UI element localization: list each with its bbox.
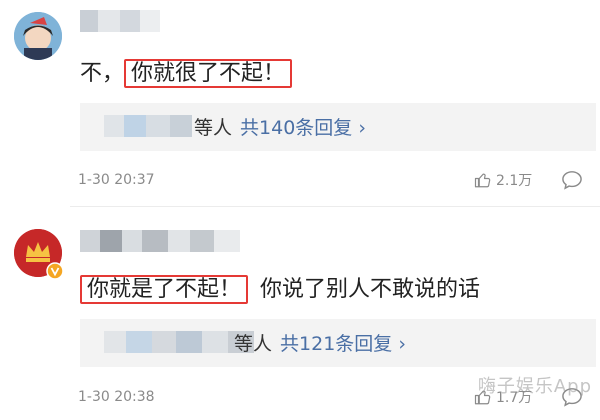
comment-prefix: 不，: [80, 61, 125, 86]
comment-1: 不， 你就很了不起！ 等人 共140条回复 › 1-30 20:37 2.1万: [0, 0, 600, 206]
comment-text: 你就是了不起！ 你说了别人不敢说的话: [80, 274, 480, 306]
comment-rest: 你说了别人不敢说的话: [260, 277, 481, 302]
reply-summary[interactable]: 等人 共121条回复 ›: [234, 329, 406, 356]
highlighted-phrase: 你就很了不起！: [124, 59, 293, 88]
highlighted-phrase: 你就是了不起！: [80, 275, 249, 304]
reply-others-label: 等人: [194, 117, 233, 139]
username-blurred[interactable]: [80, 10, 160, 32]
comment-text: 不， 你就很了不起！: [80, 58, 293, 90]
comment-bubble-icon: [562, 171, 582, 190]
verified-badge-icon: [46, 262, 64, 280]
cartoon-avatar-icon: [14, 12, 62, 60]
replier-names-blurred: [104, 115, 192, 137]
reply-button[interactable]: [561, 170, 583, 194]
reply-others-label: 等人: [234, 333, 273, 355]
like-count: 2.1万: [496, 173, 533, 189]
app-watermark: 嗨子娱乐App: [477, 376, 592, 397]
comment-timestamp: 1-30 20:38: [78, 389, 155, 405]
reply-count-link[interactable]: 共140条回复 ›: [240, 117, 366, 139]
comment-timestamp: 1-30 20:37: [78, 172, 155, 188]
thumbs-up-icon: [474, 173, 491, 188]
reply-summary[interactable]: 等人 共140条回复 ›: [194, 113, 366, 140]
reply-count-link[interactable]: 共121条回复 ›: [280, 333, 406, 355]
replies-preview[interactable]: 等人 共121条回复 ›: [80, 319, 596, 367]
replier-names-blurred: [104, 331, 254, 353]
like-button[interactable]: 2.1万: [474, 170, 532, 190]
user-avatar[interactable]: [14, 12, 62, 60]
replies-preview[interactable]: 等人 共140条回复 ›: [80, 103, 596, 151]
username-blurred[interactable]: [80, 230, 240, 252]
